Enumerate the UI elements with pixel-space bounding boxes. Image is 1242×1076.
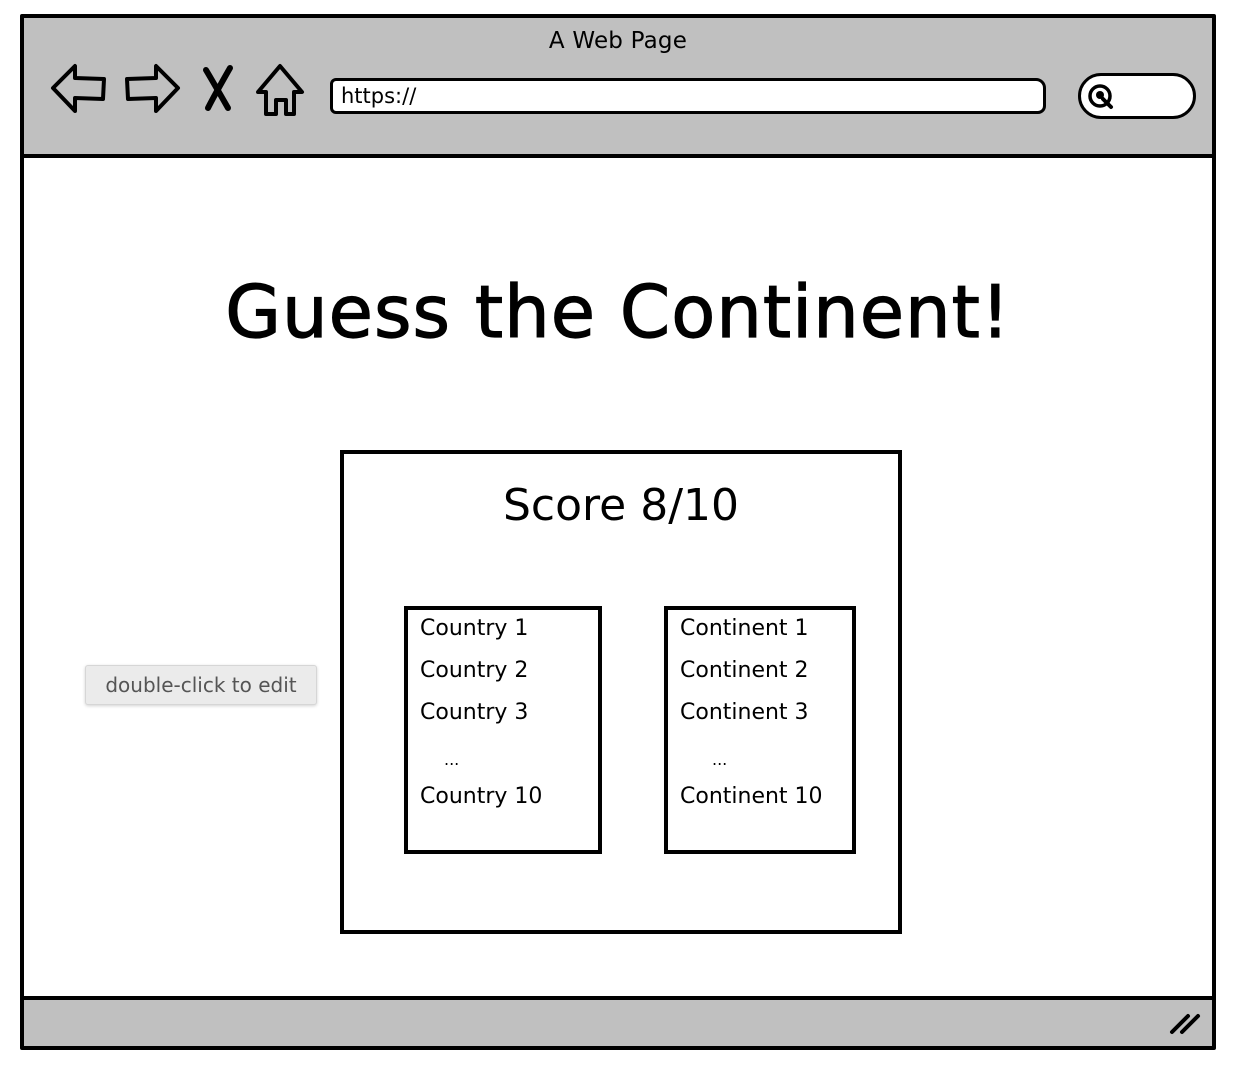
search-icon — [1088, 84, 1113, 109]
arrow-right-icon — [125, 64, 180, 113]
continent-item[interactable]: Continent 10 — [680, 784, 823, 809]
resize-grip-icon[interactable] — [1168, 1010, 1202, 1036]
country-list[interactable]: Country 1 Country 2 Country 3 ... Countr… — [404, 606, 602, 854]
score-panel: Score 8/10 Country 1 Country 2 Country 3… — [340, 450, 902, 934]
browser-toolbar: A Web Page https:// — [24, 18, 1212, 158]
country-item[interactable]: Country 3 — [420, 700, 528, 725]
score-label: Score 8/10 — [502, 480, 740, 531]
forward-button[interactable] — [122, 58, 182, 118]
close-icon — [203, 65, 233, 111]
address-bar-url: https:// — [341, 84, 417, 108]
country-item[interactable]: Country 1 — [420, 616, 528, 641]
edit-tooltip: double-click to edit — [85, 665, 317, 705]
continent-item[interactable]: Continent 3 — [680, 700, 809, 725]
back-button[interactable] — [48, 58, 108, 118]
country-item[interactable]: Country 2 — [420, 658, 528, 683]
page-title: Guess the Continent! — [225, 269, 1011, 354]
continent-item[interactable]: Continent 1 — [680, 616, 809, 641]
continent-list[interactable]: Continent 1 Continent 2 Continent 3 ... … — [664, 606, 856, 854]
country-ellipsis: ... — [444, 750, 460, 769]
search-field[interactable] — [1078, 73, 1196, 119]
country-item[interactable]: Country 10 — [420, 784, 542, 809]
continent-item[interactable]: Continent 2 — [680, 658, 809, 683]
continent-ellipsis: ... — [712, 750, 728, 769]
stop-button[interactable] — [196, 58, 242, 118]
address-bar[interactable]: https:// — [330, 78, 1046, 114]
arrow-left-icon — [51, 64, 106, 113]
home-icon — [256, 64, 304, 116]
status-bar — [24, 996, 1212, 1046]
window-title: A Web Page — [548, 28, 688, 54]
browser-window: A Web Page https:// Guess the Continent!… — [20, 14, 1216, 1050]
home-button[interactable] — [254, 58, 314, 118]
